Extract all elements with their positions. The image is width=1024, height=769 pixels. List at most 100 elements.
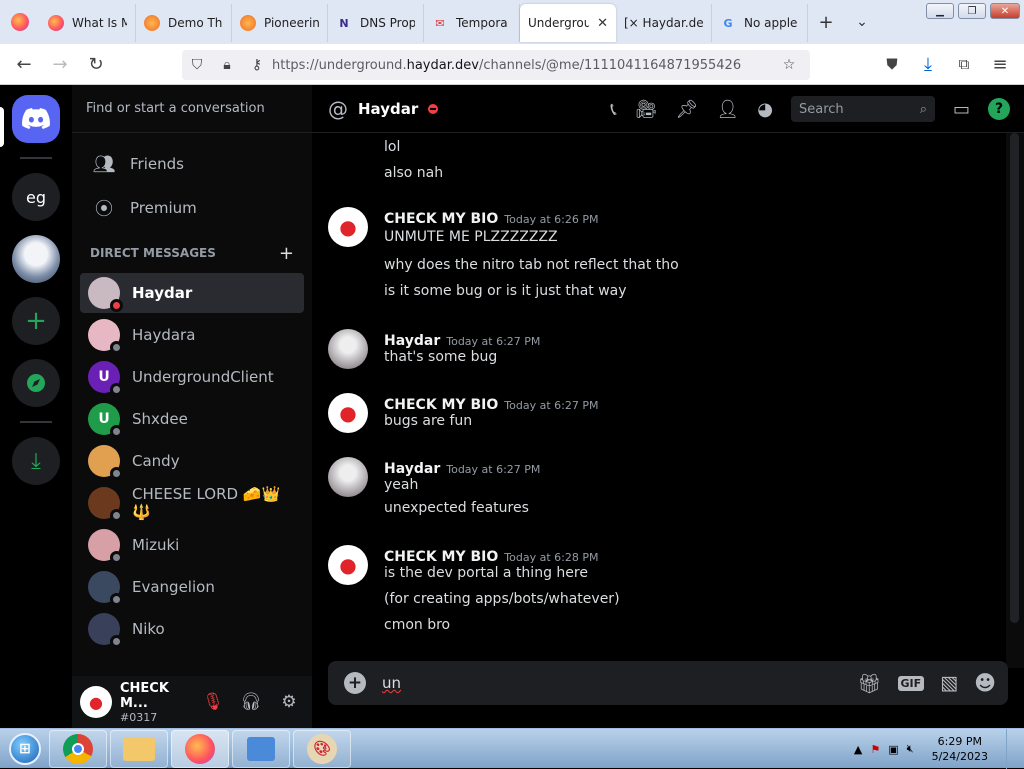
message-avatar[interactable]: ● [328, 393, 368, 433]
help-icon[interactable]: ? [988, 98, 1010, 120]
paint-palette-icon: 🎨︎ [307, 733, 337, 764]
message-avatar[interactable] [328, 329, 368, 369]
find-conversation-button[interactable]: Find or start a conversation [72, 85, 312, 133]
dm-item[interactable]: Candy [80, 441, 304, 481]
emoji-icon[interactable]: ☻ [974, 671, 996, 695]
list-all-tabs-icon[interactable]: ⌄ [844, 4, 880, 40]
volume-muted-icon[interactable]: 🔇︎ [907, 742, 914, 756]
explore-compass-icon[interactable] [12, 359, 60, 407]
message-author[interactable]: Haydar [384, 333, 440, 349]
bookmark-star-icon[interactable]: ☆ [774, 57, 804, 73]
extensions-icon[interactable]: ⧉ [946, 46, 982, 82]
taskbar-chrome[interactable] [49, 729, 107, 768]
user-info[interactable]: CHECK M... #0317 [120, 681, 190, 724]
network-icon[interactable]: ▣ [888, 743, 898, 756]
taskbar-paint[interactable]: 🎨︎ [293, 729, 351, 768]
browser-tab[interactable]: What Is My IP [40, 4, 136, 42]
premium-nav-item[interactable]: ⦿ Premium [80, 187, 304, 229]
dm-item[interactable]: Haydar [80, 273, 304, 313]
add-friends-to-dm-icon[interactable]: 👤︎ [716, 99, 739, 120]
browser-tab[interactable]: N DNS Prop [328, 4, 424, 42]
dm-name: Haydar [132, 284, 193, 302]
voice-call-icon[interactable]: 📞︎ [610, 99, 616, 120]
menu-icon[interactable]: ≡ [982, 46, 1018, 82]
close-tab-icon[interactable]: ✕ [597, 16, 608, 31]
add-server-icon[interactable]: + [12, 297, 60, 345]
start-button[interactable]: ⊞ [4, 729, 46, 769]
gif-icon[interactable]: GIF [897, 675, 925, 691]
message-author[interactable]: CHECK MY BIO [384, 397, 498, 413]
restore-button[interactable]: ❐ [958, 3, 986, 19]
minimize-button[interactable]: ▁ [926, 3, 954, 19]
inbox-icon[interactable]: ▭ [953, 99, 970, 120]
user-profile-icon[interactable]: ◕ [757, 99, 773, 120]
url-text[interactable]: https://underground.haydar.dev/channels/… [272, 58, 741, 73]
mail-icon: ✉ [435, 16, 445, 30]
taskbar-firefox[interactable] [171, 729, 229, 768]
dm-item[interactable]: Haydara [80, 315, 304, 355]
browser-tab[interactable]: Undergrou ✕ [520, 4, 616, 42]
gift-icon[interactable]: 🎁︎ [857, 672, 881, 695]
reload-icon[interactable]: ↻ [78, 46, 114, 82]
dm-item[interactable]: Evangelion [80, 567, 304, 607]
headphones-icon[interactable]: 🎧︎ [236, 686, 266, 718]
server-eg[interactable]: eg [12, 173, 60, 221]
lock-icon[interactable]: 🔒︎ [212, 57, 242, 73]
message-author[interactable]: Haydar [384, 461, 440, 477]
browser-tab[interactable]: Pioneerin [232, 4, 328, 42]
download-apps-icon[interactable]: ⤓ [12, 437, 60, 485]
premium-label: Premium [130, 199, 197, 217]
n-logo-icon: N [339, 16, 349, 30]
firefox-view-icon[interactable] [0, 4, 40, 40]
taskbar-explorer[interactable] [110, 729, 168, 768]
dm-item[interactable]: Mizuki [80, 525, 304, 565]
upload-plus-icon[interactable]: + [344, 672, 366, 694]
user-avatar[interactable]: ● [80, 686, 112, 718]
show-hidden-icons[interactable]: ▲ [854, 743, 862, 756]
new-tab-button[interactable]: + [808, 4, 844, 40]
back-icon[interactable]: ← [6, 46, 42, 82]
message-author[interactable]: CHECK MY BIO [384, 549, 498, 565]
create-dm-icon[interactable]: + [279, 243, 294, 264]
forward-icon[interactable]: → [42, 46, 78, 82]
browser-tab[interactable]: [× Haydar.de [616, 4, 712, 42]
message-header: CHECK MY BIO Today at 6:28 PM [384, 546, 598, 565]
scrollbar[interactable] [1006, 133, 1024, 668]
sticker-icon[interactable]: ▧ [940, 672, 958, 694]
browser-tab[interactable]: G No apple [712, 4, 808, 42]
dm-item[interactable]: U Shxdee [80, 399, 304, 439]
mute-mic-icon[interactable]: 🎙︎ [198, 686, 228, 718]
discord-home-icon[interactable] [12, 95, 60, 143]
scrollbar-thumb[interactable] [1010, 133, 1019, 623]
message-avatar[interactable]: ● [328, 207, 368, 247]
browser-tab[interactable]: ✉ Tempora [424, 4, 520, 42]
composer-text[interactable]: un [382, 674, 401, 692]
dm-item[interactable]: CHEESE LORD 🧀👑🔱 [80, 483, 304, 523]
permissions-key-icon[interactable]: ⚷ [242, 57, 272, 73]
clock[interactable]: 6:29 PM 5/24/2023 [922, 734, 998, 764]
action-center-icon[interactable]: ⚑ [870, 743, 880, 756]
downloads-icon[interactable]: ⤓ [910, 46, 946, 82]
tracking-shield-icon[interactable]: ⛉ [182, 57, 212, 73]
pocket-icon[interactable]: ⛊ [874, 46, 910, 82]
taskbar-control-panel[interactable] [232, 729, 290, 768]
message-composer[interactable]: + un 🎁︎ GIF ▧ ☻ [328, 661, 1008, 705]
dm-avatar [88, 487, 123, 522]
dm-item[interactable]: Niko [80, 609, 304, 649]
friends-nav-item[interactable]: 👥︎ Friends [80, 143, 304, 185]
message-author[interactable]: CHECK MY BIO [384, 211, 498, 227]
dm-item[interactable]: U UndergroundClient [80, 357, 304, 397]
server-list: eg + ⤓ [0, 85, 72, 728]
close-window-button[interactable]: ✕ [990, 3, 1020, 19]
server-avatar[interactable] [12, 235, 60, 283]
search-input[interactable]: Search ⌕ [790, 96, 935, 122]
message-avatar[interactable]: ● [328, 545, 368, 585]
browser-tab[interactable]: Demo Th [136, 4, 232, 42]
message-avatar[interactable] [328, 457, 368, 497]
server-separator-2 [20, 421, 52, 423]
video-call-icon[interactable]: 🎥︎ [635, 99, 658, 120]
settings-gear-icon[interactable]: ⚙ [274, 686, 304, 718]
pinned-messages-icon[interactable]: 📌︎ [676, 99, 699, 120]
address-bar[interactable]: ⛉ 🔒︎ ⚷ https://underground.haydar.dev/ch… [182, 50, 810, 80]
show-desktop-button[interactable] [1006, 729, 1018, 769]
